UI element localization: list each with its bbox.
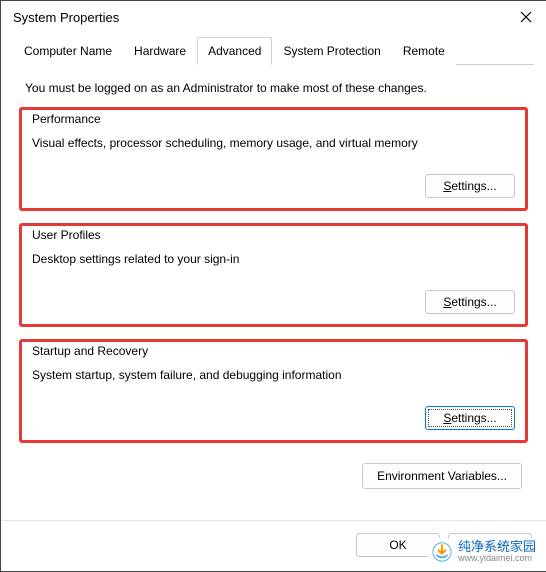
startup-recovery-legend: Startup and Recovery (30, 344, 150, 358)
user-profiles-group: User Profiles Desktop settings related t… (19, 223, 528, 327)
environment-variables-button[interactable]: Environment Variables... (362, 463, 522, 489)
tab-system-protection[interactable]: System Protection (272, 37, 391, 65)
titlebar: System Properties (1, 1, 546, 35)
watermark-logo-icon (432, 542, 452, 562)
tab-advanced[interactable]: Advanced (197, 37, 272, 65)
startup-recovery-settings-button[interactable]: Settings... (425, 406, 515, 430)
performance-settings-button[interactable]: Settings... (425, 174, 515, 198)
performance-group: Performance Visual effects, processor sc… (19, 107, 528, 211)
close-button[interactable] (518, 9, 534, 25)
user-profiles-desc: Desktop settings related to your sign-in (32, 252, 515, 266)
window-title: System Properties (13, 10, 119, 25)
user-profiles-legend: User Profiles (30, 228, 103, 242)
env-row: Environment Variables... (19, 463, 528, 489)
content-area: Computer Name Hardware Advanced System P… (1, 35, 546, 518)
tab-strip: Computer Name Hardware Advanced System P… (13, 37, 534, 65)
startup-recovery-desc: System startup, system failure, and debu… (32, 368, 515, 382)
tab-computer-name[interactable]: Computer Name (13, 37, 123, 65)
advanced-panel: You must be logged on as an Administrato… (13, 65, 534, 495)
performance-desc: Visual effects, processor scheduling, me… (32, 136, 515, 150)
performance-legend: Performance (30, 112, 103, 126)
tab-remote[interactable]: Remote (392, 37, 456, 65)
watermark: 纯净系统家园 www.yidaimei.com (428, 538, 540, 566)
watermark-text: 纯净系统家园 www.yidaimei.com (458, 540, 536, 564)
admin-note: You must be logged on as an Administrato… (25, 81, 522, 95)
user-profiles-settings-button[interactable]: Settings... (425, 290, 515, 314)
system-properties-window: System Properties Computer Name Hardware… (0, 0, 546, 572)
close-icon (520, 11, 532, 23)
startup-recovery-group: Startup and Recovery System startup, sys… (19, 339, 528, 443)
watermark-title: 纯净系统家园 (458, 540, 536, 554)
watermark-url: www.yidaimei.com (458, 554, 536, 564)
tab-hardware[interactable]: Hardware (123, 37, 197, 65)
